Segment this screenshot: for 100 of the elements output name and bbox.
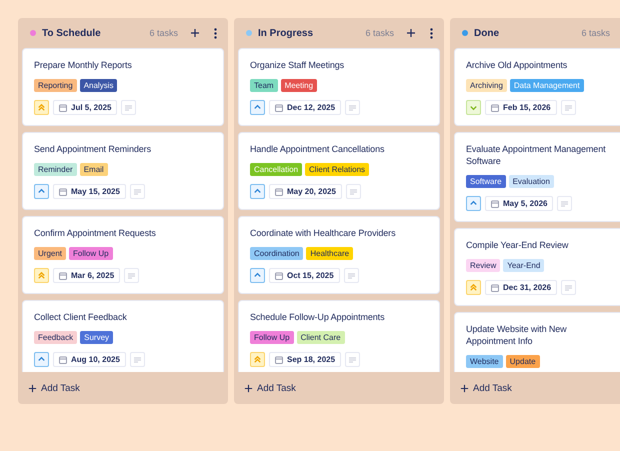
column-title: Done <box>474 28 500 38</box>
calendar-icon <box>491 200 499 208</box>
task-tag: Evaluation <box>508 175 554 188</box>
plus-icon <box>460 384 469 392</box>
notes-icon[interactable] <box>345 100 360 115</box>
task-card[interactable]: Prepare Monthly Reports Reporting Analysis Jul 5, 2025 <box>22 48 224 126</box>
add-task-button[interactable]: Add Task <box>450 372 522 404</box>
notes-icon[interactable] <box>561 280 576 295</box>
add-task-button[interactable]: Add Task <box>234 372 306 404</box>
add-icon[interactable] <box>188 26 202 40</box>
task-tag: Cancellation <box>250 163 302 176</box>
task-card[interactable]: Compile Year-End Review Review Year-End Dec 31, 2026 <box>454 228 620 306</box>
task-card[interactable]: Evaluate Appointment Management Software Software Evaluation May 5, 2026 <box>454 132 620 222</box>
priority-icon[interactable] <box>466 100 481 115</box>
due-date[interactable]: Dec 12, 2025 <box>269 100 342 115</box>
task-tag: Client Care <box>296 331 345 344</box>
task-tag: Urgent <box>34 247 66 260</box>
calendar-icon <box>59 356 67 364</box>
due-date[interactable]: Sep 18, 2025 <box>269 352 342 367</box>
calendar-icon <box>491 284 499 292</box>
task-tag: Coordination <box>250 247 304 260</box>
task-count: 6 tasks <box>365 28 394 38</box>
priority-icon[interactable] <box>34 352 49 367</box>
notes-icon[interactable] <box>130 184 145 199</box>
priority-icon[interactable] <box>250 100 265 115</box>
calendar-icon <box>275 188 283 196</box>
task-card[interactable]: Organize Staff Meetings Team Meeting Dec 12, 2025 <box>238 48 440 126</box>
add-icon[interactable] <box>404 26 418 40</box>
due-date[interactable]: Mar 6, 2025 <box>53 268 120 283</box>
task-tag: Team <box>250 79 278 92</box>
task-title: Handle Appointment Cancellations <box>250 143 386 155</box>
task-title: Compile Year-End Review <box>466 239 570 251</box>
priority-icon[interactable] <box>466 196 481 211</box>
task-card[interactable]: Schedule Follow-Up Appointments Follow Up Client Care Sep 18, 2025 <box>238 300 440 372</box>
task-title: Update Website with New Appointment Info <box>466 323 568 347</box>
task-title: Send Appointment Reminders <box>34 143 152 155</box>
task-tag: Year-End <box>503 259 544 272</box>
notes-icon[interactable] <box>346 184 361 199</box>
task-card[interactable]: Archive Old Appointments Archiving Data Management Feb 15, 2026 <box>454 48 620 126</box>
task-count: 6 tasks <box>581 28 610 38</box>
task-card[interactable]: Update Website with New Appointment Info Website Update <box>454 312 620 372</box>
task-card[interactable]: Send Appointment Reminders Reminder Email May 15, 2025 <box>22 132 224 210</box>
task-title: Evaluate Appointment Management Software <box>466 143 606 167</box>
due-date[interactable]: Dec 31, 2026 <box>485 280 558 295</box>
notes-icon[interactable] <box>121 100 136 115</box>
priority-icon[interactable] <box>34 268 49 283</box>
task-tag: Feedback <box>34 331 78 344</box>
task-tag: Website <box>466 355 503 368</box>
due-date[interactable]: Jul 5, 2025 <box>53 100 118 115</box>
add-task-button[interactable]: Add Task <box>18 372 90 404</box>
due-date[interactable]: May 5, 2026 <box>485 196 554 211</box>
notes-icon[interactable] <box>560 100 576 115</box>
task-title: Prepare Monthly Reports <box>34 59 133 71</box>
due-date[interactable]: May 20, 2025 <box>269 184 342 199</box>
priority-icon[interactable] <box>250 184 265 199</box>
calendar-icon <box>275 272 283 280</box>
calendar-icon <box>491 104 499 112</box>
task-tag: Update <box>506 355 540 368</box>
calendar-icon <box>59 188 67 196</box>
plus-icon <box>244 384 253 392</box>
notes-icon[interactable] <box>124 268 140 283</box>
task-tag: Healthcare <box>306 247 354 260</box>
due-date[interactable]: Aug 10, 2025 <box>53 352 126 367</box>
task-card[interactable]: Confirm Appointment Requests Urgent Follow Up Mar 6, 2025 <box>22 216 224 294</box>
task-tag: Email <box>80 163 108 176</box>
calendar-icon <box>59 104 67 112</box>
task-card[interactable]: Coordinate with Healthcare Providers Coordination Healthcare Oct 15, 2025 <box>238 216 440 294</box>
task-card[interactable]: Collect Client Feedback Feedback Survey Aug 10, 2025 <box>22 300 224 372</box>
due-date[interactable]: May 15, 2025 <box>53 184 126 199</box>
task-card[interactable]: Handle Appointment Cancellations Cancellation Client Relations May 20, 2025 <box>238 132 440 210</box>
task-tag: Follow Up <box>250 331 294 344</box>
task-tag: Review <box>466 259 500 272</box>
priority-icon[interactable] <box>34 100 49 115</box>
due-date[interactable]: Oct 15, 2025 <box>269 268 340 283</box>
task-tag: Software <box>466 175 506 188</box>
due-date[interactable]: Feb 15, 2026 <box>485 100 557 115</box>
column-title: To Schedule <box>42 28 102 38</box>
priority-icon[interactable] <box>250 268 265 283</box>
priority-icon[interactable] <box>466 280 481 295</box>
task-tag: Data Management <box>510 79 584 92</box>
task-title: Organize Staff Meetings <box>250 59 346 71</box>
notes-icon[interactable] <box>130 352 145 367</box>
notes-icon[interactable] <box>344 268 359 283</box>
task-count: 6 tasks <box>149 28 178 38</box>
task-tag: Reporting <box>34 79 77 92</box>
task-tag: Client Relations <box>305 163 370 176</box>
notes-icon[interactable] <box>557 196 572 211</box>
plus-icon <box>28 384 37 392</box>
notes-icon[interactable] <box>345 352 360 367</box>
task-title: Archive Old Appointments <box>466 59 568 71</box>
column-title: In Progress <box>258 28 314 38</box>
calendar-icon <box>275 356 283 364</box>
task-tag: Archiving <box>466 79 507 92</box>
calendar-icon <box>59 272 67 280</box>
task-tag: Survey <box>80 331 114 344</box>
priority-icon[interactable] <box>34 184 49 199</box>
task-title: Collect Client Feedback <box>34 311 128 323</box>
calendar-icon <box>275 104 283 112</box>
task-title: Coordinate with Healthcare Providers <box>250 227 396 239</box>
priority-icon[interactable] <box>250 352 265 367</box>
